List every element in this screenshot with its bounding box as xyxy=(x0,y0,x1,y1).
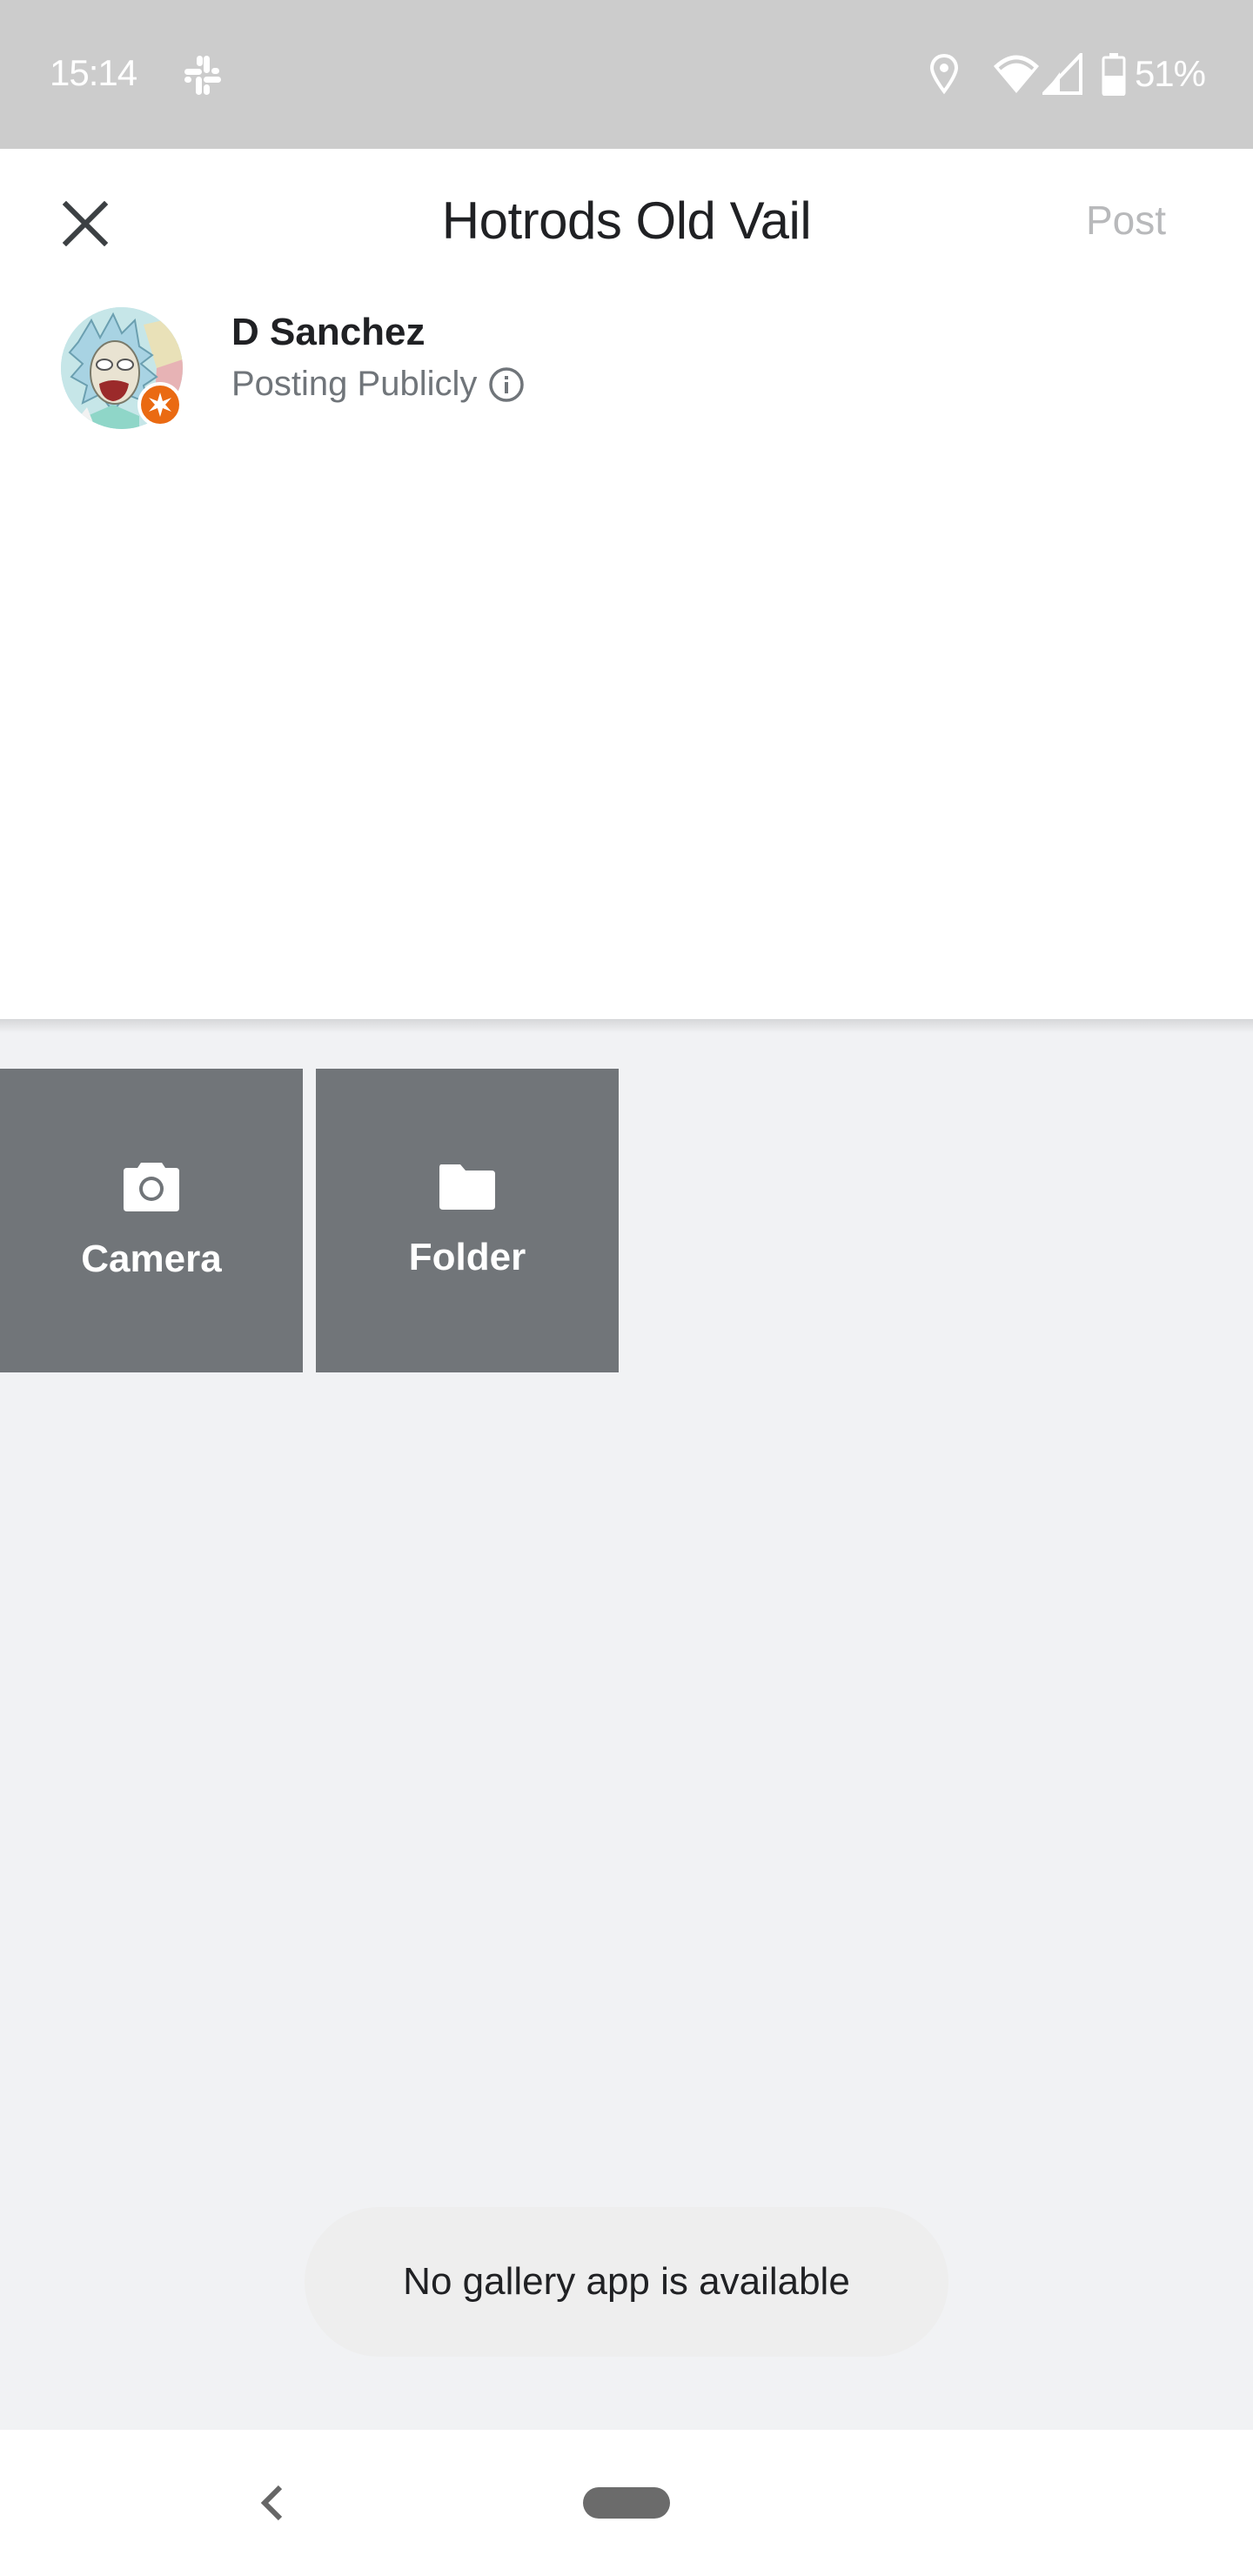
page-title: Hotrods Old Vail xyxy=(441,191,812,250)
camera-icon xyxy=(124,1162,179,1211)
info-icon[interactable] xyxy=(487,366,526,404)
folder-label: Folder xyxy=(408,1235,526,1278)
status-bar: 15:14 51% xyxy=(0,0,1253,149)
folder-tile-button[interactable]: Folder xyxy=(316,1069,619,1372)
camera-tile-button[interactable]: Camera xyxy=(0,1069,303,1372)
post-composer: Hotrods Old Vail Post D Sanchez Posting … xyxy=(0,149,1253,1019)
camera-label: Camera xyxy=(81,1237,222,1280)
slack-icon xyxy=(184,56,221,95)
home-pill[interactable] xyxy=(583,2487,670,2519)
location-icon xyxy=(929,53,958,95)
battery-icon xyxy=(1102,53,1126,96)
visibility-label: Posting Publicly xyxy=(231,365,478,403)
toast-text: No gallery app is available xyxy=(403,2260,850,2303)
battery-percent: 51% xyxy=(1134,53,1206,94)
cell-signal-icon xyxy=(1042,53,1082,95)
status-time: 15:14 xyxy=(50,52,137,93)
author-name: D Sanchez xyxy=(231,311,425,353)
wifi-icon xyxy=(993,55,1039,93)
post-button[interactable]: Post xyxy=(1086,197,1166,244)
composer-divider xyxy=(0,1019,1253,1033)
posting-visibility: Posting Publicly xyxy=(231,365,526,404)
back-chevron-icon[interactable] xyxy=(252,2475,291,2531)
toast-message: No gallery app is available xyxy=(305,2207,948,2357)
star-badge-icon xyxy=(137,382,183,427)
folder-icon xyxy=(439,1164,495,1210)
system-nav-bar xyxy=(0,2430,1253,2576)
system-status: 51% xyxy=(929,52,1206,96)
